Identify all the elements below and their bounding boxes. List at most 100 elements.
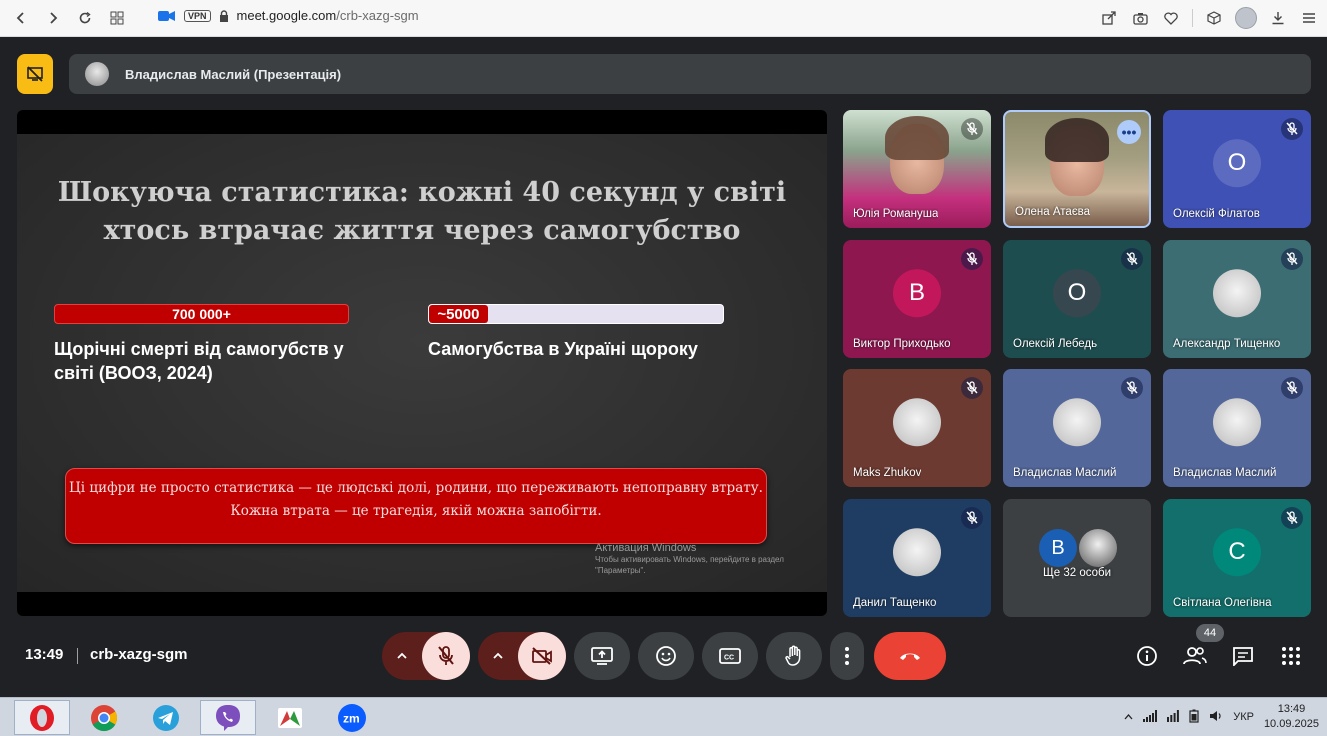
stat-caption-ukraine: Самогубства в Україні щороку <box>428 339 698 359</box>
battery-icon[interactable] <box>1189 709 1199 726</box>
present-screen-icon <box>591 647 613 665</box>
forward-icon[interactable] <box>42 7 64 29</box>
taskbar-app[interactable] <box>262 700 318 735</box>
participant-tile[interactable]: Владислав Маслий <box>1003 369 1151 487</box>
chat-icon <box>1233 647 1253 666</box>
reload-icon[interactable] <box>74 7 96 29</box>
participant-tile[interactable]: Maks Zhukov <box>843 369 991 487</box>
participant-tile[interactable]: О Олексій Філатов <box>1163 110 1311 228</box>
participant-video-hair <box>885 116 949 160</box>
heart-icon[interactable] <box>1161 7 1181 29</box>
mic-off-icon <box>438 646 454 665</box>
camera-options-chevron-icon[interactable] <box>478 652 518 660</box>
vpn-badge[interactable]: VPN <box>184 9 211 22</box>
people-icon <box>1183 647 1207 665</box>
camera-toggle-button[interactable] <box>518 632 566 680</box>
quote-line1: Ці цифри не просто статистика — це людсь… <box>69 480 763 496</box>
profile-avatar-icon[interactable] <box>1235 7 1257 29</box>
url-text: meet.google.com/crb-xazg-sgm <box>236 8 419 23</box>
mic-options-chevron-icon[interactable] <box>382 652 422 660</box>
language-indicator[interactable]: УКР <box>1233 711 1254 723</box>
presentation-indicator-icon[interactable] <box>17 54 53 94</box>
participant-name: Maks Zhukov <box>853 467 922 479</box>
clock-date: 10.09.2025 <box>1263 718 1319 730</box>
meeting-code: crb-xazg-sgm <box>90 646 188 663</box>
zoom-icon: zm <box>338 703 366 732</box>
participant-name: Олена Атаєва <box>1015 206 1091 218</box>
extension-cube-icon[interactable] <box>1204 7 1224 29</box>
network-icon[interactable] <box>1167 709 1180 725</box>
windows-activation-watermark: Активация Windows Чтобы активировать Win… <box>595 542 805 576</box>
stat-value-world: 700 000+ <box>172 306 231 322</box>
participant-avatar <box>1213 269 1261 318</box>
participant-avatar <box>1053 398 1101 447</box>
participant-name: Александр Тищенко <box>1173 338 1281 350</box>
tile-more-options-icon[interactable]: ••• <box>1117 120 1141 144</box>
back-icon[interactable] <box>10 7 32 29</box>
activities-button[interactable] <box>1279 644 1303 668</box>
divider <box>77 648 78 664</box>
stat-bar-ukraine: ~5000 <box>428 304 724 324</box>
taskbar-viber[interactable] <box>200 700 256 735</box>
captions-button[interactable]: CC <box>702 632 758 680</box>
app-logo-icon <box>278 707 302 728</box>
stat-caption-world: Щорічні смерті від самогубств у світі (В… <box>54 339 344 383</box>
hang-up-icon <box>900 653 920 660</box>
chrome-icon <box>91 704 118 731</box>
participant-tile[interactable]: Александр Тищенко <box>1163 240 1311 358</box>
participant-tile[interactable]: Владислав Маслий <box>1163 369 1311 487</box>
tabs-grid-icon[interactable] <box>106 7 128 29</box>
viber-icon <box>216 704 240 731</box>
participant-tile[interactable]: Юлія Романуша <box>843 110 991 228</box>
meeting-clock: 13:49 <box>25 646 64 663</box>
watermark-title: Активация Windows <box>595 542 697 554</box>
participant-tile[interactable]: В Виктор Приходько <box>843 240 991 358</box>
meeting-details-button[interactable] <box>1135 644 1159 668</box>
share-icon[interactable] <box>1099 7 1119 29</box>
taskbar-chrome[interactable] <box>76 700 132 735</box>
participant-avatar <box>1213 398 1261 447</box>
mic-off-icon <box>1121 377 1143 399</box>
hand-icon <box>785 645 801 666</box>
taskbar-opera[interactable] <box>14 700 70 735</box>
reactions-button[interactable] <box>638 632 694 680</box>
participant-name: Владислав Маслий <box>1173 467 1277 479</box>
tray-expand-icon[interactable] <box>1124 711 1133 723</box>
meet-camera-icon <box>158 10 175 21</box>
participant-tile[interactable]: Данил Тащенко <box>843 499 991 617</box>
taskbar-zoom[interactable]: zm <box>324 700 380 735</box>
more-vertical-icon <box>845 647 849 665</box>
participant-tile[interactable]: В Ще 32 особи <box>1003 499 1151 617</box>
chat-button[interactable] <box>1231 644 1255 668</box>
participant-video-hair <box>1045 118 1109 162</box>
slide-quote-box: Ці цифри не просто статистика — це людсь… <box>65 468 767 544</box>
browser-menu-icon[interactable] <box>1299 7 1319 29</box>
download-icon[interactable] <box>1268 7 1288 29</box>
microphone-toggle-button[interactable] <box>422 632 470 680</box>
participant-tile[interactable]: С Світлана Олегівна <box>1163 499 1311 617</box>
more-options-button[interactable] <box>830 632 864 680</box>
participant-avatar <box>893 528 941 577</box>
leave-call-button[interactable] <box>874 632 946 680</box>
taskbar-telegram[interactable] <box>138 700 194 735</box>
people-button[interactable] <box>1183 644 1207 668</box>
volume-icon[interactable] <box>1209 710 1223 725</box>
apps-grid-icon <box>1282 647 1300 665</box>
presenter-name: Владислав Маслий (Презентація) <box>125 66 342 82</box>
mic-off-icon <box>1121 248 1143 270</box>
system-clock[interactable]: 13:49 10.09.2025 <box>1264 702 1319 732</box>
mic-off-icon <box>1281 248 1303 270</box>
raise-hand-button[interactable] <box>766 632 822 680</box>
quote-line2: Кожна втрата — це трагедія, якій можна з… <box>230 503 602 519</box>
participant-tile[interactable]: ••• Олена Атаєва <box>1003 110 1151 228</box>
camera-snapshot-icon[interactable] <box>1130 7 1150 29</box>
participant-initial: В <box>893 269 941 318</box>
slide-title-line2: хтось втрачає життя через самогубство <box>103 215 741 246</box>
present-screen-button[interactable] <box>574 632 630 680</box>
address-bar[interactable]: VPN meet.google.com/crb-xazg-sgm <box>158 8 419 23</box>
svg-text:CC: CC <box>724 655 734 662</box>
signal-icon[interactable] <box>1143 709 1158 725</box>
participant-tile[interactable]: О Олексій Лебедь <box>1003 240 1151 358</box>
presentation-stage[interactable]: Шокуюча статистика: кожні 40 секунд у св… <box>17 110 827 616</box>
svg-text:zm: zm <box>343 711 360 725</box>
